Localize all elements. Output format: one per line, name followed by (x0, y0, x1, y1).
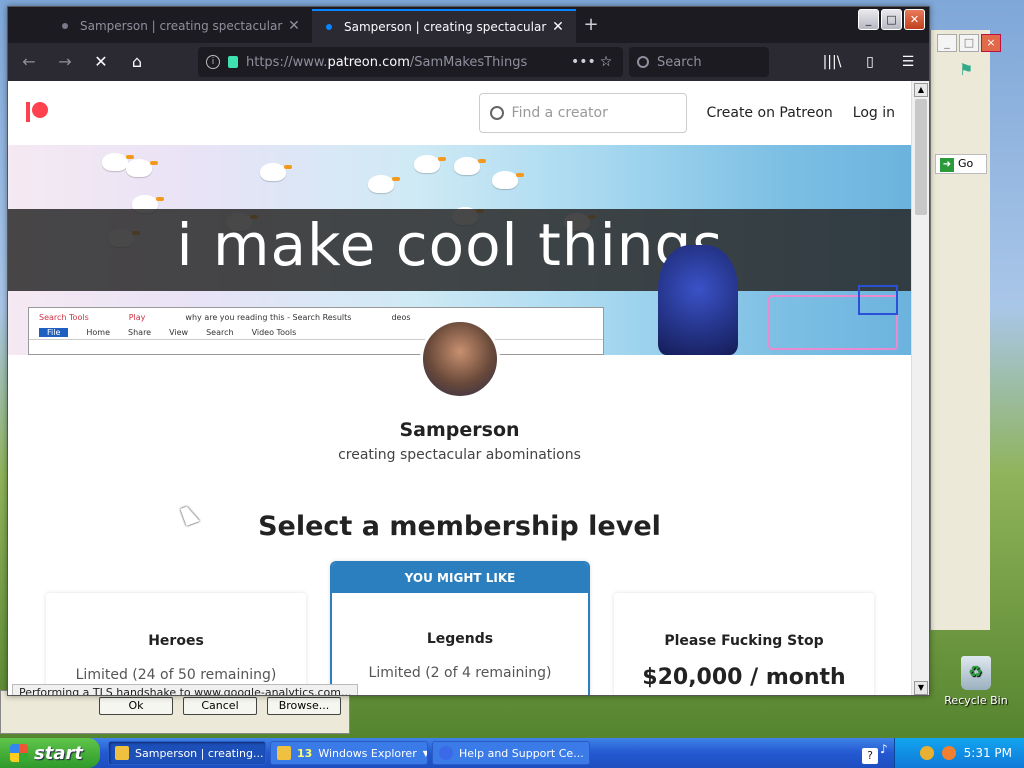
help-tray-icon[interactable]: ? (862, 744, 878, 764)
duck-icon (260, 163, 292, 181)
search-icon (637, 56, 649, 68)
firefox-icon (115, 746, 129, 760)
duck-icon (414, 155, 446, 173)
sidebar-icon[interactable]: ▯ (855, 47, 885, 77)
speaker-icon[interactable]: ♪ (880, 742, 896, 764)
duck-icon (454, 157, 486, 175)
bg-window-controls: _ □ × (937, 34, 1001, 52)
browser-window: Samperson | creating spectacular ✕ Sampe… (7, 6, 930, 696)
back-icon[interactable]: ← (14, 47, 44, 77)
page-content: Find a creator Create on Patreon Log in … (8, 81, 911, 695)
tab-close-icon[interactable]: ✕ (286, 18, 302, 34)
cancel-button[interactable]: Cancel (183, 697, 257, 715)
find-creator-input[interactable]: Find a creator (478, 93, 687, 133)
url-bar[interactable]: i https://www.patreon.com/SamMakesThings… (198, 47, 623, 77)
duck-icon (368, 175, 400, 193)
login-link[interactable]: Log in (853, 105, 895, 121)
system-tray: 5:31 PM (894, 738, 1024, 768)
close-icon[interactable]: × (981, 34, 1001, 52)
minimize-icon[interactable]: _ (858, 9, 879, 30)
taskbar-item-explorer[interactable]: 13 Windows Explorer ▼ (270, 741, 428, 765)
search-tray-icon[interactable] (941, 746, 956, 760)
bookmark-star-icon[interactable]: ☆ (597, 54, 615, 70)
dancer-figure (658, 245, 738, 355)
tab-favicon-icon (62, 23, 68, 29)
tab-favicon-icon (326, 24, 332, 30)
start-button[interactable]: start (0, 738, 100, 768)
patreon-logo-icon[interactable] (24, 100, 50, 126)
creator-tagline: creating spectacular abominations (338, 447, 581, 463)
taskbar-item-firefox[interactable]: Samperson | creating... (108, 741, 266, 765)
minimize-icon[interactable]: _ (937, 34, 957, 52)
decorative-box (858, 285, 898, 315)
tier-ribbon: YOU MIGHT LIKE (332, 563, 588, 593)
window-controls: _ □ ✕ (858, 9, 925, 30)
duck-icon (126, 159, 158, 177)
creator-avatar (420, 319, 500, 399)
network-icon[interactable] (919, 746, 934, 760)
tab-inactive[interactable]: Samperson | creating spectacular ✕ (48, 9, 312, 43)
creator-name: Samperson (399, 419, 520, 441)
page-actions-icon[interactable]: ••• (571, 54, 596, 70)
background-dialog: Ok Cancel Browse... (0, 690, 350, 734)
maximize-icon[interactable]: □ (959, 34, 979, 52)
scroll-down-icon[interactable]: ▼ (914, 681, 928, 695)
clock[interactable]: 5:31 PM (964, 746, 1012, 760)
tab-bar: Samperson | creating spectacular ✕ Sampe… (8, 7, 929, 43)
tier-card-heroes[interactable]: Heroes Limited (24 of 50 remaining) (46, 593, 306, 695)
scroll-thumb[interactable] (915, 99, 927, 215)
browser-search-input[interactable]: Search (629, 47, 769, 77)
stop-icon[interactable]: ✕ (86, 47, 116, 77)
home-icon[interactable]: ⌂ (122, 47, 152, 77)
patreon-header: Find a creator Create on Patreon Log in (8, 81, 911, 145)
library-icon[interactable]: |||\ (817, 47, 847, 77)
create-on-patreon-link[interactable]: Create on Patreon (707, 105, 833, 121)
lock-icon[interactable] (228, 56, 238, 68)
tier-card-legends[interactable]: YOU MIGHT LIKE Legends Limited (2 of 4 r… (330, 561, 590, 695)
tier-card-please-stop[interactable]: Please Fucking Stop $20,000 / month (614, 593, 874, 695)
menu-icon[interactable]: ☰ (893, 47, 923, 77)
ok-button[interactable]: Ok (99, 697, 173, 715)
scroll-up-icon[interactable]: ▲ (914, 83, 928, 97)
forward-icon[interactable]: → (50, 47, 80, 77)
section-title: Select a membership level (258, 511, 661, 542)
search-icon (489, 106, 504, 120)
tab-active[interactable]: Samperson | creating spectacular ✕ (312, 9, 576, 43)
duck-icon (102, 153, 134, 171)
nav-toolbar: ← → ✕ ⌂ i https://www.patreon.com/SamMak… (8, 43, 929, 81)
info-icon[interactable]: i (206, 55, 220, 69)
chevron-down-icon: ▼ (423, 749, 427, 758)
banner-headline: i make cool things (176, 211, 724, 279)
browse-button[interactable]: Browse... (267, 697, 341, 715)
taskbar-item-help[interactable]: Help and Support Ce... (432, 741, 590, 765)
background-window: _ □ × ⚑ ➜ Go (930, 30, 1001, 630)
maximize-icon[interactable]: □ (881, 9, 902, 30)
recycle-bin-icon (961, 656, 991, 690)
tab-close-icon[interactable]: ✕ (550, 19, 566, 35)
help-icon (439, 746, 453, 760)
page-scrollbar[interactable]: ▲ ▼ (911, 81, 929, 695)
duck-icon (492, 171, 524, 189)
recycle-bin[interactable]: Recycle Bin (944, 656, 1008, 707)
close-icon[interactable]: ✕ (904, 9, 925, 30)
go-arrow-icon: ➜ (940, 158, 954, 172)
status-bar: Performing a TLS handshake to www.google… (12, 684, 359, 695)
new-tab-icon[interactable]: + (576, 9, 606, 43)
url-text[interactable]: https://www.patreon.com/SamMakesThings (246, 55, 563, 70)
windows-flag-icon (10, 744, 28, 762)
mini-explorer-window: Search Tools Play why are you reading th… (28, 307, 604, 355)
go-button[interactable]: ➜ Go (935, 154, 987, 174)
folder-icon (277, 746, 291, 760)
windows-flag-icon: ⚑ (959, 60, 974, 79)
